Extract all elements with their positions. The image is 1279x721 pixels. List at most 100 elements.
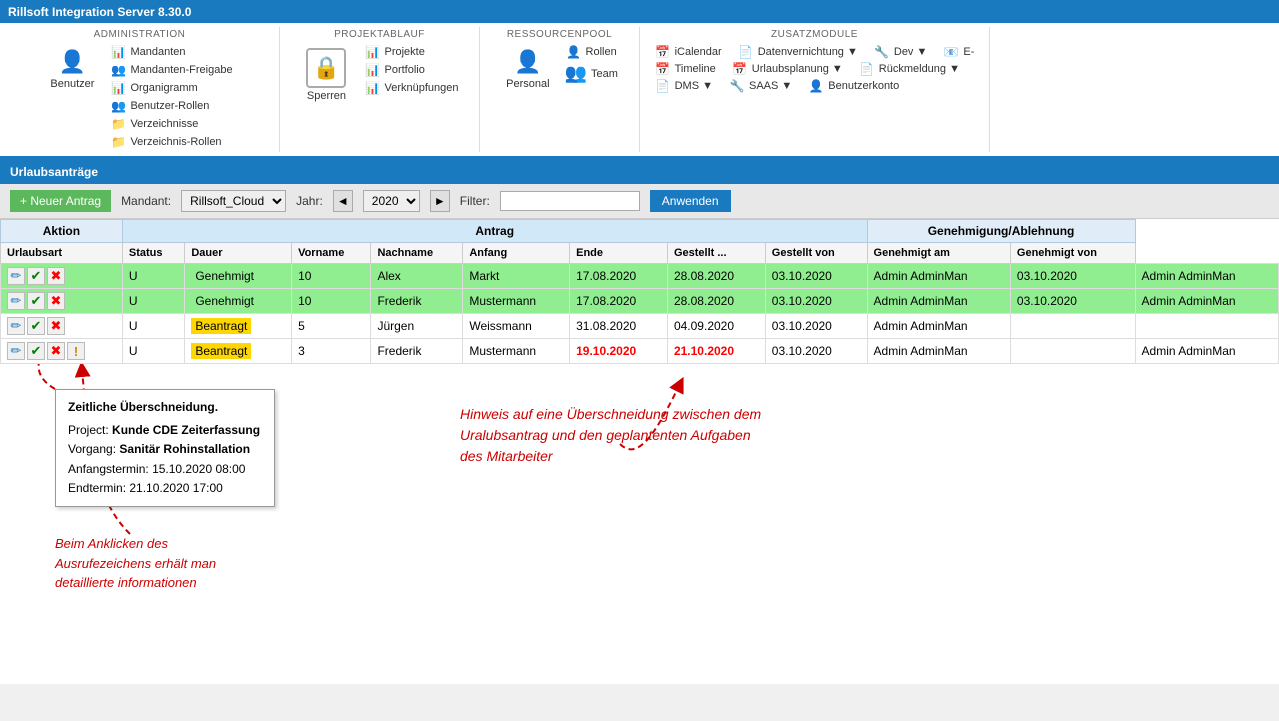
verzeichnis-rollen-label: Verzeichnis-Rollen (130, 136, 221, 148)
verzeichnisse-label: Verzeichnisse (130, 118, 198, 130)
col-anfang: Anfang (463, 243, 570, 264)
ribbon-benutzer[interactable]: 👤 Benutzer (44, 44, 100, 92)
dauer-cell: 10 (292, 289, 371, 314)
delete-icon[interactable]: ✖ (47, 317, 65, 335)
col-dauer: Dauer (185, 243, 292, 264)
ribbon-team[interactable]: 👥 Team (564, 62, 619, 85)
filter-input[interactable] (500, 191, 640, 211)
mandant-select[interactable]: Rillsoft_Cloud (181, 190, 286, 212)
urlaubsplanung-icon: 📅 (732, 62, 748, 76)
datenvernichtung-item[interactable]: 📄 Datenvernichtung ▼ (736, 44, 860, 60)
benutzer-rollen-item[interactable]: 👥 Benutzer-Rollen (108, 98, 234, 114)
gestellt-cell: 03.10.2020 (765, 264, 867, 289)
ribbon-administration: ADMINISTRATION 👤 Benutzer 📊 Mandanten 👥 … (0, 27, 280, 152)
delete-icon[interactable]: ✖ (47, 267, 65, 285)
new-antrag-button[interactable]: + Neuer Antrag (10, 190, 111, 212)
portfolio-label: Portfolio (384, 64, 424, 76)
status-badge: Beantragt (191, 318, 251, 334)
rollen-label: Rollen (586, 46, 617, 58)
nachname-cell: Weissmann (463, 314, 570, 339)
anfang-cell: 17.08.2020 (570, 289, 668, 314)
action-cell: ✏ ✔ ✖ (1, 289, 123, 314)
urlaubsplanung-item[interactable]: 📅 Urlaubsplanung ▼ (730, 61, 845, 77)
ribbon-sperren[interactable]: 🔒 Sperren (298, 44, 354, 104)
action-cell: ✏ ✔ ✖ (1, 264, 123, 289)
verknuepfungen-item[interactable]: 📊 Verknüpfungen (362, 80, 460, 96)
ende-cell: 21.10.2020 (667, 339, 765, 364)
e-item[interactable]: 📧 E- (941, 44, 976, 60)
personal-label: Personal (506, 78, 549, 90)
organigramm-item[interactable]: 📊 Organigramm (108, 80, 234, 96)
title-bar: Rillsoft Integration Server 8.30.0 (0, 0, 1279, 23)
admin-small-items: 📊 Mandanten 👥 Mandanten-Freigabe 📊 Organ… (108, 44, 234, 150)
icalendar-item[interactable]: 📅 iCalendar (653, 44, 724, 60)
genehmigt-von-cell: Admin AdminMan (1135, 264, 1278, 289)
rueckmeldung-item[interactable]: 📄 Rückmeldung ▼ (857, 61, 962, 77)
col-header-row: Urlaubsart Status Dauer Vorname Nachname… (1, 243, 1279, 264)
mandanten-freigabe-item[interactable]: 👥 Mandanten-Freigabe (108, 62, 234, 78)
saas-item[interactable]: 🔧 SAAS ▼ (727, 78, 794, 94)
col-urlaubsart: Urlaubsart (1, 243, 123, 264)
ribbon-personal[interactable]: 👤 Personal (500, 44, 555, 92)
rueckmeldung-icon: 📄 (859, 62, 875, 76)
timeline-item[interactable]: 📅 Timeline (653, 61, 718, 77)
timeline-label: Timeline (675, 63, 716, 75)
approve-icon[interactable]: ✔ (27, 292, 45, 310)
col-status: Status (122, 243, 184, 264)
rollen-item[interactable]: 👤 Rollen (564, 44, 619, 60)
warning-icon[interactable]: ! (67, 342, 85, 360)
tooltip-project-value: Kunde CDE Zeiterfassung (112, 423, 260, 437)
edit-icon[interactable]: ✏ (7, 342, 25, 360)
portfolio-item[interactable]: 📊 Portfolio (362, 62, 460, 78)
verzeichnisse-item[interactable]: 📁 Verzeichnisse (108, 116, 234, 132)
verzeichnis-rollen-item[interactable]: 📁 Verzeichnis-Rollen (108, 134, 234, 150)
projekte-label: Projekte (384, 46, 424, 58)
anfang-cell: 19.10.2020 (570, 339, 668, 364)
approve-icon[interactable]: ✔ (27, 317, 45, 335)
projekte-item[interactable]: 📊 Projekte (362, 44, 460, 60)
group-header-antrag: Antrag (122, 220, 867, 243)
dev-item[interactable]: 🔧 Dev ▼ (872, 44, 930, 60)
col-genehmigt-am: Genehmigt am (867, 243, 1010, 264)
gestellt-cell: 03.10.2020 (765, 314, 867, 339)
status-cell: Genehmigt (185, 264, 292, 289)
benutzerkonto-item[interactable]: 👤 Benutzerkonto (806, 78, 901, 94)
delete-icon[interactable]: ✖ (47, 292, 65, 310)
annotations-area: Zeitliche Überschneidung. Project: Kunde… (0, 364, 1279, 684)
benutzer-rollen-icon: 👥 (110, 99, 126, 113)
vorname-cell: Frederik (371, 339, 463, 364)
status-badge: Beantragt (191, 343, 251, 359)
year-next-button[interactable]: ► (430, 190, 450, 212)
gestellt-von-cell: Admin AdminMan (867, 289, 1010, 314)
datenvernichtung-label: Datenvernichtung ▼ (758, 46, 858, 58)
gestellt-von-cell: Admin AdminMan (867, 264, 1010, 289)
approve-icon[interactable]: ✔ (27, 342, 45, 360)
tooltip-end-label: Endtermin: (68, 481, 126, 495)
vorname-cell: Frederik (371, 289, 463, 314)
anfang-cell: 17.08.2020 (570, 264, 668, 289)
new-antrag-label: + Neuer Antrag (20, 194, 101, 208)
edit-icon[interactable]: ✏ (7, 292, 25, 310)
year-prev-button[interactable]: ◄ (333, 190, 353, 212)
table-row: ✏ ✔ ✖ ! U Beantragt 3 Frederik Musterman… (1, 339, 1279, 364)
year-select[interactable]: 2020 (363, 190, 420, 212)
status-cell: Beantragt (185, 339, 292, 364)
annotation-ausrufezeichen: Beim Anklicken des Ausrufezeichens erhäl… (55, 534, 216, 593)
apply-button[interactable]: Anwenden (650, 190, 731, 212)
edit-icon[interactable]: ✏ (7, 317, 25, 335)
sperren-label: Sperren (307, 90, 346, 102)
dms-item[interactable]: 📄 DMS ▼ (653, 78, 715, 94)
datenvernichtung-icon: 📄 (738, 45, 754, 59)
mandanten-item[interactable]: 📊 Mandanten (108, 44, 234, 60)
section-title: Urlaubsanträge (10, 165, 98, 179)
mandanten-freigabe-icon: 👥 (110, 63, 126, 77)
col-gestellt: Gestellt ... (667, 243, 765, 264)
action-cell: ✏ ✔ ✖ (1, 314, 123, 339)
delete-icon[interactable]: ✖ (47, 342, 65, 360)
approve-icon[interactable]: ✔ (27, 267, 45, 285)
verknuepfungen-label: Verknüpfungen (384, 82, 458, 94)
col-ende: Ende (570, 243, 668, 264)
team-label: Team (591, 68, 618, 80)
edit-icon[interactable]: ✏ (7, 267, 25, 285)
urlaubsart-cell: U (122, 264, 184, 289)
